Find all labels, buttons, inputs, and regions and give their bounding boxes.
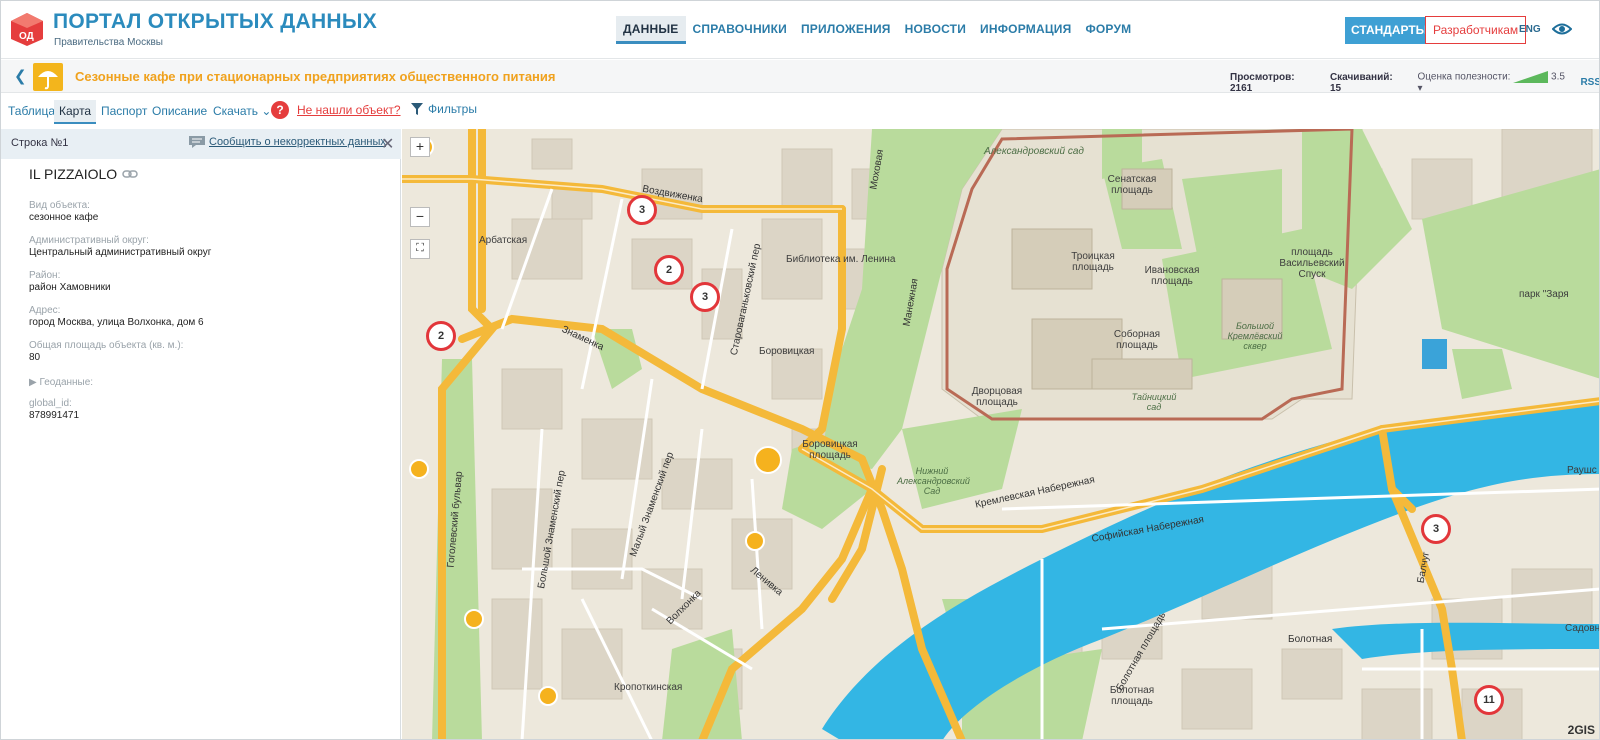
map-canvas — [402, 129, 1599, 739]
zoom-out-button[interactable]: − — [410, 207, 430, 227]
map-label: Раушс — [1567, 465, 1597, 476]
map-view[interactable]: Александровский сад Сенатская площадь Тр… — [402, 129, 1600, 739]
map-label: Кропоткинская — [614, 682, 683, 693]
developers-button[interactable]: Разработчикам — [1425, 16, 1527, 44]
map-label: Садовн — [1565, 623, 1600, 634]
dataset-tabs: Таблица Карта Паспорт Описание Скачать ⌄… — [1, 94, 1599, 128]
map-label: Дворцовая площадь — [971, 386, 1023, 408]
geodata-toggle[interactable]: ▶ Геоданные: — [29, 377, 93, 388]
fullscreen-icon[interactable]: ⛶ — [410, 239, 430, 259]
cafe-marker-icon[interactable] — [754, 446, 782, 474]
language-switch[interactable]: ENG — [1519, 24, 1541, 35]
object-name: IL PIZZAIOLO — [29, 166, 138, 182]
svg-text:ОД: ОД — [19, 31, 34, 42]
site-header: ОД ПОРТАЛ ОТКРЫТЫХ ДАННЫХ Правительства … — [1, 1, 1599, 59]
map-label: Троицкая площадь — [1071, 251, 1115, 273]
app-window: ОД ПОРТАЛ ОТКРЫТЫХ ДАННЫХ Правительства … — [0, 0, 1600, 740]
map-label: Сенатская площадь — [1107, 174, 1157, 196]
map-attribution: 2GIS — [1567, 723, 1595, 737]
tab-table[interactable]: Таблица — [3, 100, 60, 122]
filter-icon — [411, 103, 423, 115]
rating-stat: Оценка полезности: 3.5 ▾ — [1417, 71, 1565, 94]
tab-download[interactable]: Скачать ⌄ — [208, 100, 276, 122]
comment-icon — [189, 136, 205, 148]
map-label: Нижний Александровский Сад — [897, 466, 970, 496]
map-label: парк "Заря — [1519, 289, 1569, 300]
portal-title[interactable]: ПОРТАЛ ОТКРЫТЫХ ДАННЫХ — [53, 10, 377, 34]
standards-button[interactable]: СТАНДАРТЫ — [1345, 17, 1434, 44]
field-district: Административный округ: Центральный админ… — [29, 235, 212, 258]
map-cluster-marker[interactable]: 3 — [1421, 514, 1451, 544]
chevron-down-icon: ⌄ — [261, 104, 272, 118]
object-details-panel: Строка №1 Сообщить о некорректных данных… — [1, 129, 401, 739]
field-area: Район: район Хамовники — [29, 270, 111, 293]
map-cluster-marker[interactable]: 2 — [426, 321, 456, 351]
cafe-marker-icon[interactable] — [538, 686, 558, 706]
row-label: Строка №1 — [11, 137, 69, 149]
nav-item-apps[interactable]: ПРИЛОЖЕНИЯ — [794, 16, 898, 44]
dataset-titlebar: ❮ Сезонные кафе при стационарных предпри… — [1, 60, 1599, 94]
rating-bar-icon — [1513, 71, 1549, 83]
cafe-marker-icon[interactable] — [409, 459, 429, 479]
nav-item-forum[interactable]: ФОРУМ — [1078, 16, 1138, 44]
map-cluster-marker[interactable]: 2 — [654, 255, 684, 285]
nav-item-directories[interactable]: СПРАВОЧНИКИ — [686, 16, 794, 44]
map-label: Александровский сад — [984, 146, 1084, 157]
map-label: Арбатская — [479, 235, 528, 246]
map-label: Боровицкая — [759, 346, 815, 357]
field-address: Адрес: город Москва, улица Волхонка, дом … — [29, 305, 204, 328]
map-label: Тайницкий сад — [1131, 392, 1177, 412]
map-cluster-marker[interactable]: 11 — [1474, 685, 1504, 715]
nav-item-data[interactable]: ДАННЫЕ — [616, 16, 686, 44]
rss-link[interactable]: RSS — [1580, 77, 1599, 88]
field-object-type: Вид объекта: сезонное кафе — [29, 200, 99, 223]
tab-passport[interactable]: Паспорт — [96, 100, 152, 122]
report-link[interactable]: Сообщить о некорректных данных — [189, 136, 386, 148]
map-cluster-marker[interactable]: 3 — [690, 282, 720, 312]
map-label: Большой Кремлёвский сквер — [1227, 321, 1283, 351]
map-label: Болотная — [1288, 634, 1333, 645]
not-found-link[interactable]: Не нашли объект? — [297, 103, 401, 117]
downloads-stat: Скачиваний: 15 — [1329, 71, 1393, 94]
map-label: Болотная площадь — [1109, 685, 1155, 707]
umbrella-icon — [33, 63, 63, 91]
field-global-id: global_id: 878991471 — [29, 398, 80, 421]
tab-description[interactable]: Описание — [147, 100, 212, 122]
map-cluster-marker[interactable]: 3 — [627, 195, 657, 225]
portal-subtitle: Правительства Москвы — [54, 37, 163, 48]
nav-item-news[interactable]: НОВОСТИ — [898, 16, 973, 44]
eye-icon[interactable] — [1551, 21, 1573, 42]
map-label: Боровицкая площадь — [802, 439, 858, 461]
logo-icon[interactable]: ОД — [9, 11, 45, 47]
cafe-marker-icon[interactable] — [464, 609, 484, 629]
map-label: Ивановская площадь — [1144, 265, 1200, 287]
views-stat: Просмотров: 2161 — [1230, 71, 1295, 94]
link-icon — [122, 170, 138, 178]
map-label: площадь Васильевский Спуск — [1279, 247, 1345, 280]
filters-button[interactable]: Фильтры — [411, 102, 477, 116]
nav-item-info[interactable]: ИНФОРМАЦИЯ — [973, 16, 1078, 44]
help-icon[interactable]: ? — [271, 101, 289, 119]
dataset-title: Сезонные кафе при стационарных предприят… — [75, 69, 556, 84]
cafe-marker-icon[interactable] — [745, 531, 765, 551]
back-chevron-icon[interactable]: ❮ — [14, 67, 27, 85]
panel-header: Строка №1 Сообщить о некорректных данных… — [1, 129, 401, 159]
main-nav: ДАННЫЕ СПРАВОЧНИКИ ПРИЛОЖЕНИЯ НОВОСТИ ИН… — [616, 16, 1138, 44]
close-icon[interactable]: ✕ — [381, 134, 394, 154]
dataset-stats: Просмотров: 2161 Скачиваний: 15 Оценка п… — [1230, 71, 1599, 94]
tab-map[interactable]: Карта — [54, 100, 97, 124]
map-label: Соборная площадь — [1113, 329, 1161, 351]
field-square: Общая площадь объекта (кв. м.): 80 — [29, 340, 184, 363]
zoom-in-button[interactable]: + — [410, 137, 430, 157]
map-label: Библиотека им. Ленина — [786, 254, 896, 265]
